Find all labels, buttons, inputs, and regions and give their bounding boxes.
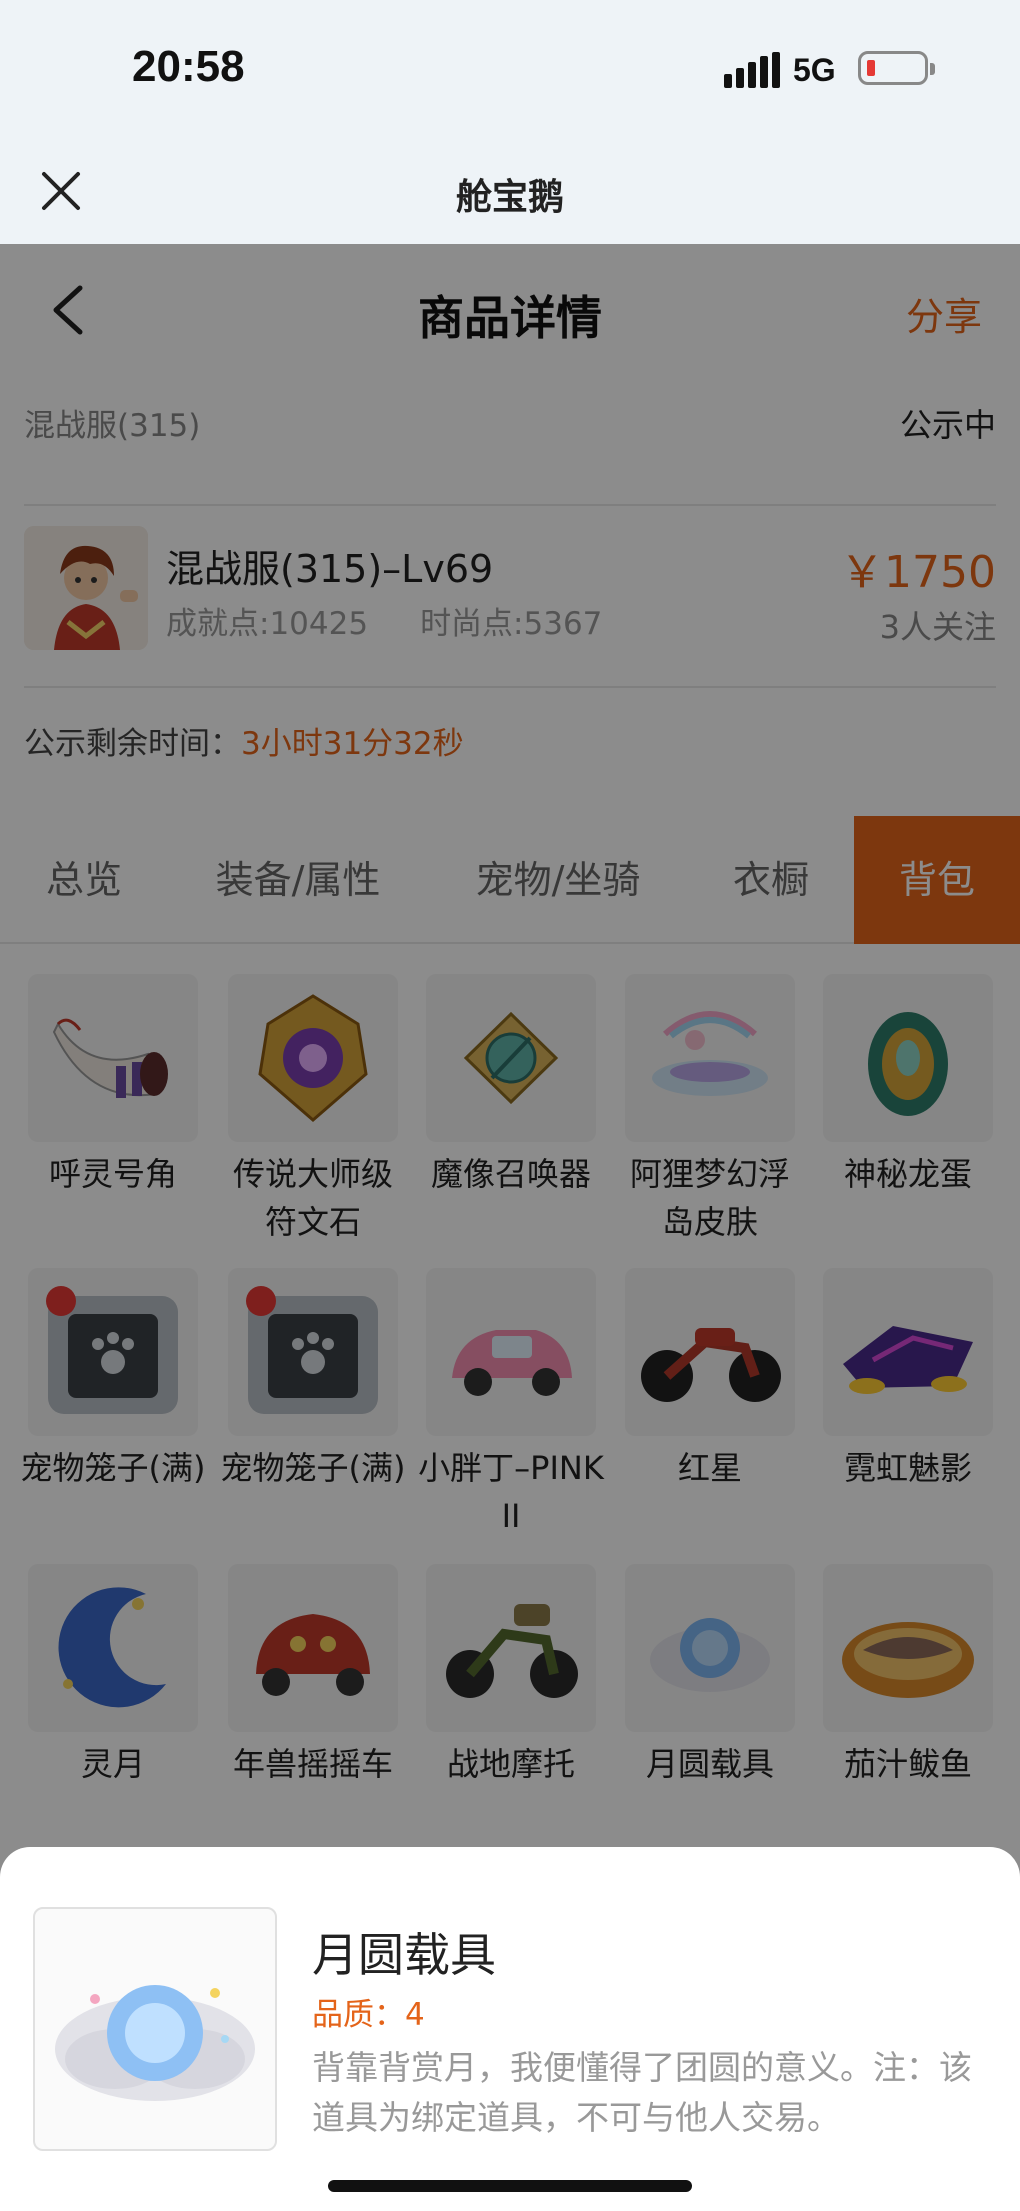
app-header: 舱宝鹅 — [0, 138, 1020, 244]
app-title: 舱宝鹅 — [455, 177, 564, 218]
signal-icon — [724, 52, 780, 88]
detail-item-quality: 品质：4 — [312, 1997, 425, 2033]
full-moon-vehicle-icon — [33, 1907, 277, 2151]
item-detail-sheet: 月圆载具 品质：4 背靠背赏月，我便懂得了团圆的意义。注：该道具为绑定道具，不可… — [0, 1847, 1020, 2211]
network-type: 5G — [793, 52, 836, 88]
status-time: 20:58 — [132, 42, 245, 91]
status-bar: 20:58 5G — [0, 0, 1020, 138]
home-indicator — [328, 2180, 692, 2192]
battery-icon — [858, 51, 935, 85]
detail-item-description: 背靠背赏月，我便懂得了团圆的意义。注：该道具为绑定道具，不可与他人交易。 — [312, 2048, 972, 2137]
detail-item-name: 月圆载具 — [312, 1928, 496, 1982]
